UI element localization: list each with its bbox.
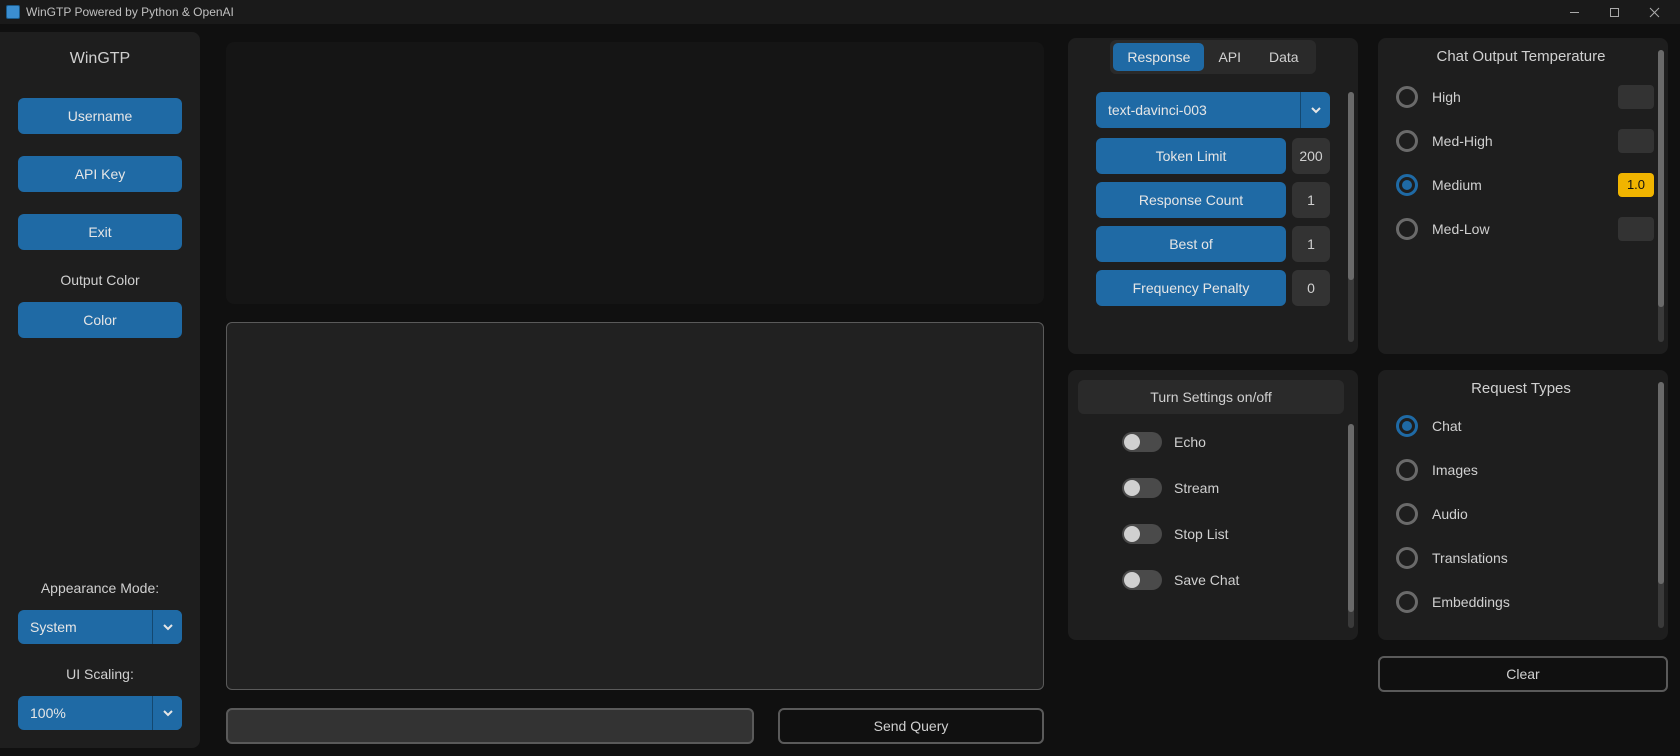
value-medlow[interactable] [1618, 217, 1654, 241]
radio-high[interactable] [1396, 86, 1418, 108]
response-count-value[interactable]: 1 [1292, 182, 1330, 218]
label-savechat: Save Chat [1174, 572, 1239, 588]
token-limit-button[interactable]: Token Limit [1096, 138, 1286, 174]
maximize-button[interactable] [1594, 0, 1634, 24]
appearance-label: Appearance Mode: [18, 580, 182, 596]
scaling-value: 100% [18, 696, 152, 730]
send-query-button[interactable]: Send Query [778, 708, 1044, 744]
token-limit-value[interactable]: 200 [1292, 138, 1330, 174]
label-stoplist: Stop List [1174, 526, 1228, 542]
radio-audio[interactable] [1396, 503, 1418, 525]
label-images: Images [1432, 462, 1654, 478]
radio-images[interactable] [1396, 459, 1418, 481]
value-medhigh[interactable] [1618, 129, 1654, 153]
chevron-down-icon [152, 610, 182, 644]
value-high[interactable] [1618, 85, 1654, 109]
titlebar: WinGTP Powered by Python & OpenAI [0, 0, 1680, 24]
label-audio: Audio [1432, 506, 1654, 522]
freq-penalty-button[interactable]: Frequency Penalty [1096, 270, 1286, 306]
sidebar: WinGTP Username API Key Exit Output Colo… [0, 32, 200, 748]
label-translations: Translations [1432, 550, 1654, 566]
temperature-title: Chat Output Temperature [1388, 48, 1654, 65]
scaling-select[interactable]: 100% [18, 696, 182, 730]
sidebar-title: WinGTP [18, 50, 182, 68]
switch-stream[interactable] [1122, 478, 1162, 498]
response-panel: Response API Data text-davinci-003 Token… [1068, 38, 1358, 354]
label-high: High [1432, 89, 1604, 105]
toggle-header: Turn Settings on/off [1078, 380, 1344, 414]
label-medhigh: Med-High [1432, 133, 1604, 149]
appearance-select[interactable]: System [18, 610, 182, 644]
scrollbar[interactable] [1658, 50, 1664, 342]
label-medium: Medium [1432, 177, 1604, 193]
clear-button[interactable]: Clear [1378, 656, 1668, 692]
best-of-value[interactable]: 1 [1292, 226, 1330, 262]
exit-button[interactable]: Exit [18, 214, 182, 250]
tab-data[interactable]: Data [1255, 43, 1313, 71]
radio-medium[interactable] [1396, 174, 1418, 196]
label-chat: Chat [1432, 418, 1654, 434]
response-count-button[interactable]: Response Count [1096, 182, 1286, 218]
color-button[interactable]: Color [18, 302, 182, 338]
center-column: Send Query [200, 24, 1056, 756]
appearance-value: System [18, 610, 152, 644]
switch-echo[interactable] [1122, 432, 1162, 452]
label-medlow: Med-Low [1432, 221, 1604, 237]
username-button[interactable]: Username [18, 98, 182, 134]
scrollbar[interactable] [1348, 424, 1354, 628]
radio-embeddings[interactable] [1396, 591, 1418, 613]
chevron-down-icon [1300, 92, 1330, 128]
freq-penalty-value[interactable]: 0 [1292, 270, 1330, 306]
app-icon [6, 5, 20, 19]
scrollbar[interactable] [1658, 382, 1664, 628]
input-textarea[interactable] [226, 322, 1044, 690]
tab-response[interactable]: Response [1113, 43, 1204, 71]
radio-medlow[interactable] [1396, 218, 1418, 240]
toggle-panel: Turn Settings on/off Echo Stream Stop Li… [1068, 370, 1358, 640]
label-echo: Echo [1174, 434, 1206, 450]
output-color-label: Output Color [18, 272, 182, 288]
value-medium[interactable]: 1.0 [1618, 173, 1654, 197]
query-input[interactable] [226, 708, 754, 744]
label-stream: Stream [1174, 480, 1219, 496]
tab-api[interactable]: API [1204, 43, 1255, 71]
window-title: WinGTP Powered by Python & OpenAI [26, 5, 234, 19]
request-types-panel: Request Types Chat Images Audio Translat… [1378, 370, 1668, 640]
tabs: Response API Data [1110, 40, 1315, 74]
radio-medhigh[interactable] [1396, 130, 1418, 152]
radio-chat[interactable] [1396, 415, 1418, 437]
label-embeddings: Embeddings [1432, 594, 1654, 610]
request-types-title: Request Types [1388, 380, 1654, 397]
radio-translations[interactable] [1396, 547, 1418, 569]
close-button[interactable] [1634, 0, 1674, 24]
model-value: text-davinci-003 [1096, 92, 1300, 128]
minimize-button[interactable] [1554, 0, 1594, 24]
chevron-down-icon [152, 696, 182, 730]
best-of-button[interactable]: Best of [1096, 226, 1286, 262]
model-select[interactable]: text-davinci-003 [1096, 92, 1330, 128]
scaling-label: UI Scaling: [18, 666, 182, 682]
temperature-panel: Chat Output Temperature High Med-High Me… [1378, 38, 1668, 354]
scrollbar[interactable] [1348, 92, 1354, 342]
output-box [226, 42, 1044, 304]
switch-savechat[interactable] [1122, 570, 1162, 590]
apikey-button[interactable]: API Key [18, 156, 182, 192]
switch-stoplist[interactable] [1122, 524, 1162, 544]
